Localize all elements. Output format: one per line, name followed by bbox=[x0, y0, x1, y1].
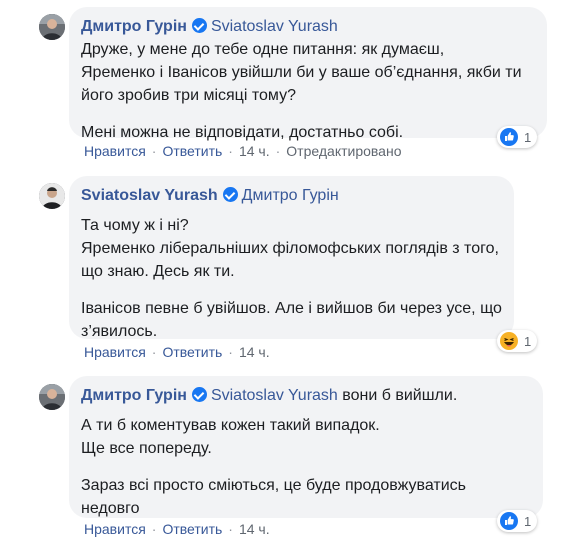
comment-actions: Нравится · Ответить · 14 ч. bbox=[84, 521, 270, 537]
reaction-count: 1 bbox=[524, 513, 532, 529]
comment-bubble: Дмитро Гурін Sviatoslav Yurash Друже, у м… bbox=[69, 7, 547, 141]
reply-button[interactable]: Ответить bbox=[162, 521, 222, 537]
reply-button[interactable]: Ответить bbox=[162, 143, 222, 159]
comment-author[interactable]: Дмитро Гурін bbox=[81, 18, 187, 35]
comment-text-line: Іванісов певне б увійшов. Але і вийшов б… bbox=[81, 300, 502, 317]
comment-timestamp[interactable]: 14 ч. bbox=[239, 521, 270, 537]
avatar[interactable] bbox=[39, 183, 65, 209]
comment-mention[interactable]: Sviatoslav Yurash bbox=[211, 387, 338, 404]
comment-text-line: Мені можна не відповідати, достатньо соб… bbox=[81, 124, 404, 141]
comment-text-line: Ще все попереду. bbox=[81, 440, 212, 457]
avatar-photo bbox=[39, 14, 65, 40]
like-button[interactable]: Нравится bbox=[84, 143, 146, 159]
comment-timestamp[interactable]: 14 ч. bbox=[239, 344, 270, 360]
reaction-count: 1 bbox=[524, 333, 532, 349]
comment-author[interactable]: Дмитро Гурін bbox=[81, 387, 187, 404]
comment-bubble: Дмитро Гурін Sviatoslav Yurash вони б вий… bbox=[69, 376, 543, 518]
verified-badge-icon bbox=[191, 387, 207, 402]
verified-badge-icon bbox=[222, 187, 238, 202]
comment-text-line: з’явилось. bbox=[81, 323, 158, 340]
edited-label[interactable]: Отредактировано bbox=[286, 143, 401, 159]
comment-text-line: Яременко ліберальніших філомофських погл… bbox=[81, 240, 499, 257]
avatar[interactable] bbox=[39, 14, 65, 40]
avatar-photo bbox=[39, 183, 65, 209]
like-button[interactable]: Нравится bbox=[84, 344, 146, 360]
comment-actions: Нравится · Ответить · 14 ч. bbox=[84, 344, 270, 360]
verified-badge-icon bbox=[191, 18, 207, 33]
like-button[interactable]: Нравится bbox=[84, 521, 146, 537]
reaction-summary[interactable]: 1 bbox=[497, 330, 538, 352]
comment-timestamp[interactable]: 14 ч. bbox=[239, 143, 270, 159]
comment-text-line: що знаю. Десь як ти. bbox=[81, 263, 235, 280]
comment-actions: Нравится · Ответить · 14 ч. · Отредактировано bbox=[84, 143, 402, 159]
reaction-summary[interactable]: 1 bbox=[497, 126, 538, 148]
like-icon bbox=[500, 512, 518, 530]
comment-text-inline: вони б вийшли. bbox=[342, 387, 458, 404]
comment-text-line: його зробив три місяці тому? bbox=[81, 87, 296, 104]
comment-text-line: недовго bbox=[81, 500, 140, 517]
comment-mention[interactable]: Sviatoslav Yurash bbox=[211, 18, 338, 35]
avatar[interactable] bbox=[39, 384, 65, 410]
comment-text-line: Друже, у мене до тебе одне питання: як д… bbox=[81, 41, 445, 58]
haha-icon bbox=[500, 332, 518, 350]
comment-author[interactable]: Sviatoslav Yurash bbox=[81, 187, 218, 204]
avatar-photo bbox=[39, 384, 65, 410]
comment-mention[interactable]: Дмитро Гурін bbox=[242, 187, 339, 204]
like-icon bbox=[500, 128, 518, 146]
reaction-count: 1 bbox=[524, 129, 532, 145]
comment-text-line: Зараз всі просто сміються, це буде продо… bbox=[81, 477, 466, 494]
reaction-summary[interactable]: 1 bbox=[497, 510, 538, 532]
comment-bubble: Sviatoslav Yurash Дмитро Гурін Та чому ж … bbox=[69, 176, 514, 340]
comment-text-line: Та чому ж і ні? bbox=[81, 217, 189, 234]
comment-text-line: А ти б коментував кожен такий випадок. bbox=[81, 417, 380, 434]
reply-button[interactable]: Ответить bbox=[162, 344, 222, 360]
comment-text-line: Яременко і Іванісов увійшли би у ваше об… bbox=[81, 64, 522, 81]
